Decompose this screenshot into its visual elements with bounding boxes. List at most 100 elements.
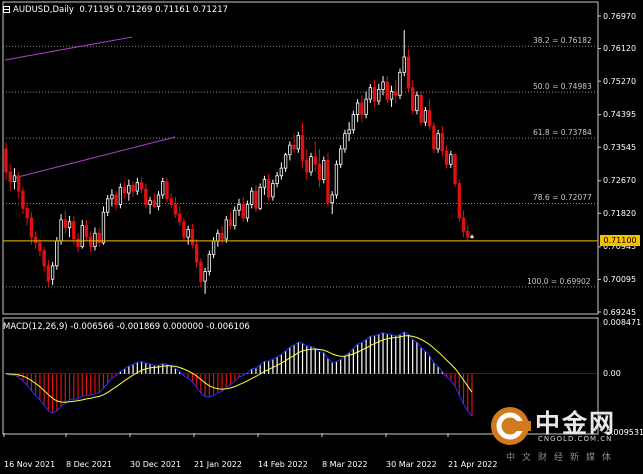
candle-body bbox=[110, 194, 114, 200]
candle-body bbox=[355, 102, 360, 115]
candle-body bbox=[283, 154, 288, 169]
symbol-label: AUDUSD,Daily bbox=[13, 5, 74, 15]
macd-tick-label: 0.008471 bbox=[603, 317, 642, 327]
candle-body bbox=[368, 87, 372, 100]
time-tick-label: 14 Feb 2022 bbox=[258, 460, 308, 469]
candle-body bbox=[25, 207, 29, 219]
watermark-slogan: 中文财经新媒体 bbox=[506, 453, 619, 463]
current-price-label: 0.71100 bbox=[600, 235, 640, 246]
candle-body bbox=[29, 217, 34, 238]
candle-body bbox=[339, 148, 343, 165]
price-tick-label: 0.74395 bbox=[603, 110, 637, 120]
candle-body bbox=[461, 217, 466, 232]
watermark: 中金网 CNGOLD.COM.CN 中文财经新媒体 bbox=[488, 402, 638, 463]
candle-body bbox=[330, 194, 334, 204]
watermark-site: CNGOLD.COM.CN bbox=[538, 435, 613, 443]
candle-body bbox=[4, 148, 8, 173]
candle-body bbox=[326, 160, 330, 204]
candle-body bbox=[211, 240, 216, 255]
candle-body bbox=[118, 186, 123, 205]
candle-body bbox=[427, 110, 432, 127]
macd-header: MACD(12,26,9) -0.006566 -0.001869 0.0000… bbox=[3, 322, 250, 332]
fib-level-label: 100.0 = 0.69902 bbox=[527, 276, 591, 286]
candle-body bbox=[457, 183, 461, 219]
price-tick-label: 0.76970 bbox=[603, 11, 637, 21]
candle-body bbox=[59, 219, 63, 242]
candle-body bbox=[203, 271, 207, 282]
candle-body bbox=[194, 244, 199, 263]
candle-body bbox=[317, 163, 322, 181]
time-tick-label: 8 Dec 2021 bbox=[66, 460, 113, 469]
candle-body bbox=[423, 110, 428, 123]
candle-body bbox=[411, 87, 415, 112]
candle-body bbox=[67, 221, 72, 228]
candle-body bbox=[190, 229, 195, 246]
candle-body bbox=[385, 81, 389, 100]
candle-body bbox=[389, 91, 394, 100]
candle-body bbox=[152, 200, 156, 207]
candle-body bbox=[372, 87, 377, 102]
candle-body bbox=[381, 81, 385, 90]
candle-body bbox=[288, 144, 292, 156]
candle-body bbox=[169, 198, 173, 205]
candle-body bbox=[131, 184, 135, 192]
price-tick-label: 0.70095 bbox=[603, 274, 637, 284]
candle-body bbox=[436, 133, 440, 150]
candle-body bbox=[415, 94, 419, 112]
candle-body bbox=[165, 181, 169, 200]
candle-body bbox=[21, 190, 25, 209]
candle-body bbox=[351, 114, 356, 131]
candle-body bbox=[139, 182, 144, 190]
macd-tick-label: 0.00 bbox=[603, 369, 621, 379]
candle-body bbox=[135, 182, 139, 192]
candle-body bbox=[186, 229, 190, 238]
candle-body bbox=[50, 265, 55, 280]
time-tick-label: 8 Mar 2022 bbox=[322, 460, 368, 469]
candle-body bbox=[178, 213, 182, 223]
candle-body bbox=[46, 265, 51, 282]
candle-body bbox=[199, 261, 203, 282]
candle-body bbox=[449, 154, 453, 165]
candle-body bbox=[89, 236, 93, 248]
candle-body bbox=[93, 232, 97, 248]
candle-body bbox=[173, 204, 178, 215]
candle-body bbox=[144, 188, 148, 205]
candle-body bbox=[233, 209, 237, 226]
candle-body bbox=[309, 156, 313, 173]
candle-body bbox=[55, 240, 59, 267]
candle-body bbox=[394, 91, 398, 96]
candle-body bbox=[347, 129, 351, 135]
candle-body bbox=[237, 204, 241, 211]
candle-body bbox=[279, 167, 284, 177]
candle-body bbox=[402, 56, 406, 73]
candle-body bbox=[8, 171, 12, 182]
price-tick-label: 0.73545 bbox=[603, 142, 637, 152]
candle-body bbox=[470, 235, 474, 238]
candle-body bbox=[84, 225, 89, 238]
fib-level-label: 61.8 = 0.73784 bbox=[533, 128, 592, 138]
candle-body bbox=[275, 175, 279, 184]
candle-body bbox=[266, 179, 271, 198]
time-tick-label: 30 Mar 2022 bbox=[386, 460, 437, 469]
candle-body bbox=[360, 102, 364, 115]
price-tick-label: 0.71820 bbox=[603, 208, 637, 218]
candle-body bbox=[377, 89, 381, 102]
candle-body bbox=[440, 133, 445, 152]
candle-body bbox=[220, 232, 224, 240]
candle-body bbox=[106, 198, 110, 213]
candle-body bbox=[254, 190, 258, 209]
candle-body bbox=[228, 219, 233, 226]
candle-body bbox=[80, 225, 84, 248]
candle-body bbox=[156, 194, 161, 207]
candle-body bbox=[12, 175, 17, 182]
candle-body bbox=[419, 94, 423, 123]
fib-level-label: 50.0 = 0.74983 bbox=[533, 82, 592, 92]
symbol-header: AUDUSD,Daily 0.71195 0.71269 0.71161 0.7… bbox=[3, 5, 228, 15]
signal-line bbox=[5, 335, 473, 403]
candle-body bbox=[114, 194, 118, 205]
chart-window-icon bbox=[3, 6, 10, 13]
candle-body bbox=[63, 219, 67, 228]
candle-body bbox=[17, 175, 21, 192]
candle-body bbox=[305, 160, 309, 173]
candle-body bbox=[224, 219, 228, 240]
